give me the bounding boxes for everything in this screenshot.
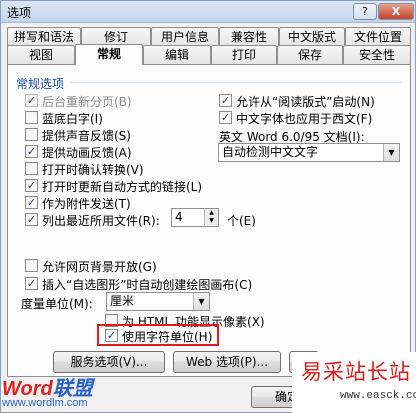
option-label: 打开时确认转换(V) [42, 163, 144, 177]
stepper-down-icon[interactable]: ▼ [204, 217, 218, 225]
tab-print[interactable]: 打印 [211, 45, 277, 64]
tab-edit[interactable]: 编辑 [143, 45, 211, 64]
site-name: 易采站长站 [301, 360, 411, 384]
checkbox-character-units[interactable]: ✓ [105, 329, 118, 342]
measurement-unit-select[interactable]: 厘米 ▼ [106, 292, 210, 311]
checkbox-asian-font-latin[interactable]: ✓ [219, 111, 232, 124]
option-label: 中文字体也应用于西文(F) [236, 112, 373, 126]
easck-watermark: 易采站长站 www.easck.com [292, 352, 416, 413]
option-label: 允许从“阅读版式”启动(N) [236, 95, 375, 109]
help-button[interactable]: ? [353, 3, 377, 20]
option-label: 提供声音反馈(S) [42, 129, 131, 143]
web-options-button[interactable]: Web 选项(P)... [173, 351, 281, 373]
checkbox-reading-layout[interactable]: ✓ [219, 94, 232, 107]
chevron-down-icon: ▼ [193, 293, 209, 310]
tab-spelling-grammar[interactable]: 拼写和语法 [7, 27, 81, 46]
chevron-down-icon: ▼ [383, 144, 399, 161]
option-label: 提供动画反馈(A) [42, 146, 132, 160]
option-label: 作为附件发送(T) [42, 197, 131, 211]
tab-security[interactable]: 安全性 [343, 45, 411, 64]
option-label: 列出最近所用文件(R): [42, 214, 160, 228]
tab-file-locations[interactable]: 文件位置 [345, 27, 411, 46]
checkbox-sound-feedback[interactable] [25, 128, 38, 141]
option-label: 后台重新分页(B) [42, 95, 132, 109]
checkbox-blue-background[interactable] [25, 111, 38, 124]
option-label: 插入“自选图形”时自动创建绘图画布(C) [42, 278, 253, 292]
tab-asian-typography[interactable]: 中文版式 [279, 27, 345, 46]
stepper-up-icon[interactable]: ▲ [204, 209, 218, 217]
tab-user-info[interactable]: 用户信息 [151, 27, 219, 46]
checkbox-recent-files[interactable]: ✓ [25, 213, 38, 226]
tab-general[interactable]: 常规 [75, 44, 143, 65]
tab-compatibility[interactable]: 兼容性 [219, 27, 279, 46]
option-label: 打开时更新自动方式的链接(L) [42, 180, 203, 194]
tab-save[interactable]: 保存 [277, 45, 343, 64]
checkbox-update-links[interactable]: ✓ [25, 179, 38, 192]
wordlm-url: www.wordlm.com [2, 397, 88, 409]
close-button[interactable]: X [378, 3, 414, 20]
checkbox-drawing-canvas[interactable]: ✓ [25, 277, 38, 290]
option-label: 使用字符单位(H) [122, 330, 213, 344]
recent-files-unit: 个(E) [227, 214, 256, 228]
unit-value: 厘米 [110, 294, 135, 308]
tab-view[interactable]: 视图 [7, 45, 75, 64]
checkbox-confirm-conversion[interactable] [25, 162, 38, 175]
window-title: 选项 [7, 6, 32, 20]
group-title: 常规选项 [16, 77, 65, 91]
option-label: 蓝底白字(I) [42, 112, 103, 126]
recent-files-count-value: 4 [175, 210, 183, 224]
checkbox-web-background[interactable] [25, 259, 38, 272]
option-label: 允许网页背景开放(G) [42, 260, 157, 274]
unit-label: 度量单位(M): [21, 297, 93, 311]
checkbox-animation-feedback[interactable]: ✓ [25, 145, 38, 158]
word-files-value: 自动检测中文文字 [222, 145, 319, 159]
site-url: www.easck.com [340, 390, 416, 402]
group-divider [71, 82, 401, 83]
word-files-select[interactable]: 自动检测中文文字 ▼ [218, 143, 400, 162]
recent-files-count-stepper[interactable]: 4 ▲ ▼ [171, 208, 219, 227]
checkbox-background-repagination[interactable]: ✓ [25, 94, 38, 107]
service-options-button[interactable]: 服务选项(V)... [53, 351, 165, 373]
checkbox-send-attachment[interactable]: ✓ [25, 196, 38, 209]
title-bar: 选项 ? X [1, 1, 415, 23]
